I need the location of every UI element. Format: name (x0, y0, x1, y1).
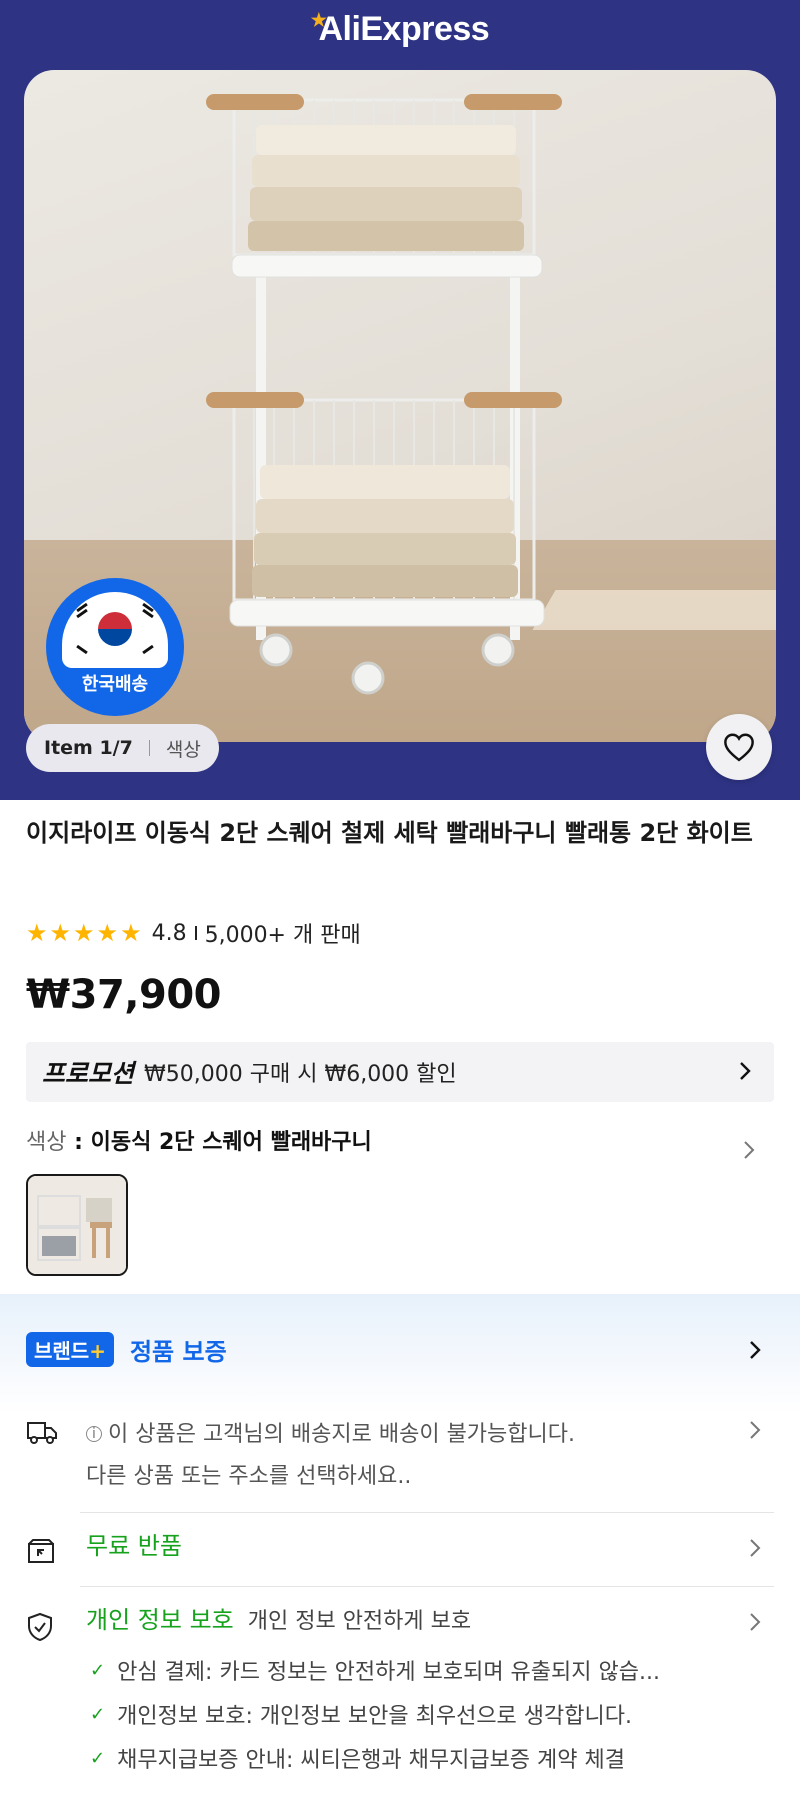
shipping-line-2: 다른 상품 또는 주소를 선택하세요.. (86, 1464, 412, 1489)
brand-plus-mark: + (89, 1339, 106, 1363)
section-divider (80, 1586, 774, 1587)
variant-thumbnail[interactable] (26, 1174, 128, 1276)
chevron-right-icon[interactable] (748, 1536, 762, 1560)
privacy-title: 개인 정보 보호 (86, 1606, 234, 1634)
brand-tag-text: 브랜드 (34, 1339, 90, 1363)
chevron-right-icon[interactable] (748, 1610, 762, 1634)
benefit-text: 안심 결제: 카드 정보는 안전하게 보호되며 유출되지 않습... (117, 1660, 660, 1685)
shipping-line-1: 이 상품은 고객님의 배송지로 배송이 불가능합니다. (108, 1422, 576, 1447)
star-icon: ★ (120, 919, 142, 947)
aliexpress-logo[interactable]: ★AliExpress (0, 10, 800, 49)
truck-icon (27, 1422, 57, 1444)
star-icon: ★ (26, 919, 48, 947)
color-tab[interactable]: 색상 (166, 735, 201, 762)
benefit-text: 채무지급보증 안내: 씨티은행과 채무지급보증 계약 체결 (117, 1748, 625, 1773)
variant-thumbnail-image (28, 1176, 126, 1274)
authentic-guarantee-text: 정품 보증 (129, 1338, 227, 1366)
promotion-text: ₩50,000 구매 시 ₩6,000 할인 (144, 1062, 457, 1087)
image-counter: Item 1/7 (44, 737, 133, 759)
benefit-text: 개인정보 보호: 개인정보 보안을 최우선으로 생각합니다. (117, 1704, 632, 1729)
rating-row[interactable]: ★ ★ ★ ★ ★ 4.8 5,000+ 개 판매 (26, 916, 361, 950)
variant-separator: : (66, 1130, 91, 1155)
shipping-notice: i 이 상품은 고객님의 배송지로 배송이 불가능합니다. 다른 상품 또는 주소… (86, 1414, 575, 1498)
rating-divider (194, 926, 197, 940)
pill-divider (148, 740, 150, 756)
section-divider (80, 1512, 774, 1513)
star-icon: ★ (73, 919, 95, 947)
star-icon: ★ (96, 919, 119, 947)
brand-guarantee-row[interactable]: 브랜드+ 정품 보증 (26, 1332, 227, 1367)
chevron-right-icon (740, 1062, 751, 1080)
product-price: ₩37,900 (26, 972, 221, 1018)
promotion-banner[interactable]: 프로모션 ₩50,000 구매 시 ₩6,000 할인 (26, 1042, 774, 1102)
privacy-title-row[interactable]: 개인 정보 보호 개인 정보 안전하게 보호 (86, 1600, 471, 1635)
variant-selector[interactable]: 색상 : 이동식 2단 스퀘어 빨래바구니 (26, 1124, 372, 1156)
info-icon: i (86, 1426, 102, 1442)
heart-icon (724, 733, 754, 762)
rating-value: 4.8 (151, 920, 187, 946)
check-icon: ✓ (90, 1659, 106, 1681)
product-title: 이지라이프 이동식 2단 스퀘어 철제 세탁 빨래바구니 빨래통 2단 화이트 (26, 819, 753, 847)
brand-plus-badge: 브랜드+ (26, 1332, 114, 1367)
star-icon: ★ (49, 919, 72, 947)
variant-label: 색상 (26, 1130, 67, 1155)
logo-text: AliExpress (318, 10, 490, 48)
promotion-tag: 프로모션 (42, 1059, 135, 1088)
list-item: ✓ 안심 결제: 카드 정보는 안전하게 보호되며 유출되지 않습... (90, 1648, 790, 1692)
chevron-right-icon[interactable] (748, 1338, 762, 1362)
privacy-subtitle: 개인 정보 안전하게 보호 (247, 1609, 472, 1634)
gallery-pill[interactable]: Item 1/7 색상 (26, 724, 219, 772)
korea-shipping-badge: 한국배송 (46, 578, 184, 716)
korea-flag-icon (62, 592, 168, 668)
chevron-right-icon[interactable] (742, 1138, 756, 1162)
check-icon: ✓ (90, 1747, 106, 1769)
variant-value: 이동식 2단 스퀘어 빨래바구니 (90, 1130, 372, 1155)
list-item: ✓ 개인정보 보호: 개인정보 보안을 최우선으로 생각합니다. (90, 1692, 790, 1736)
product-hero: ★AliExpress 한국배송 Item 1/7 색상 (0, 0, 800, 800)
return-box-icon (28, 1539, 54, 1563)
privacy-benefits-list: ✓ 안심 결제: 카드 정보는 안전하게 보호되며 유출되지 않습... ✓ 개… (90, 1648, 790, 1780)
sold-count: 5,000+ 개 판매 (204, 923, 361, 948)
list-item: ✓ 채무지급보증 안내: 씨티은행과 채무지급보증 계약 체결 (90, 1736, 790, 1780)
rating-stars: ★ ★ ★ ★ ★ (26, 921, 142, 945)
shield-check-icon (28, 1612, 52, 1642)
free-returns-label[interactable]: 무료 반품 (86, 1526, 182, 1561)
korea-shipping-label: 한국배송 (81, 674, 149, 695)
chevron-right-icon[interactable] (748, 1418, 762, 1442)
wishlist-button[interactable] (706, 714, 772, 780)
check-icon: ✓ (90, 1703, 106, 1725)
